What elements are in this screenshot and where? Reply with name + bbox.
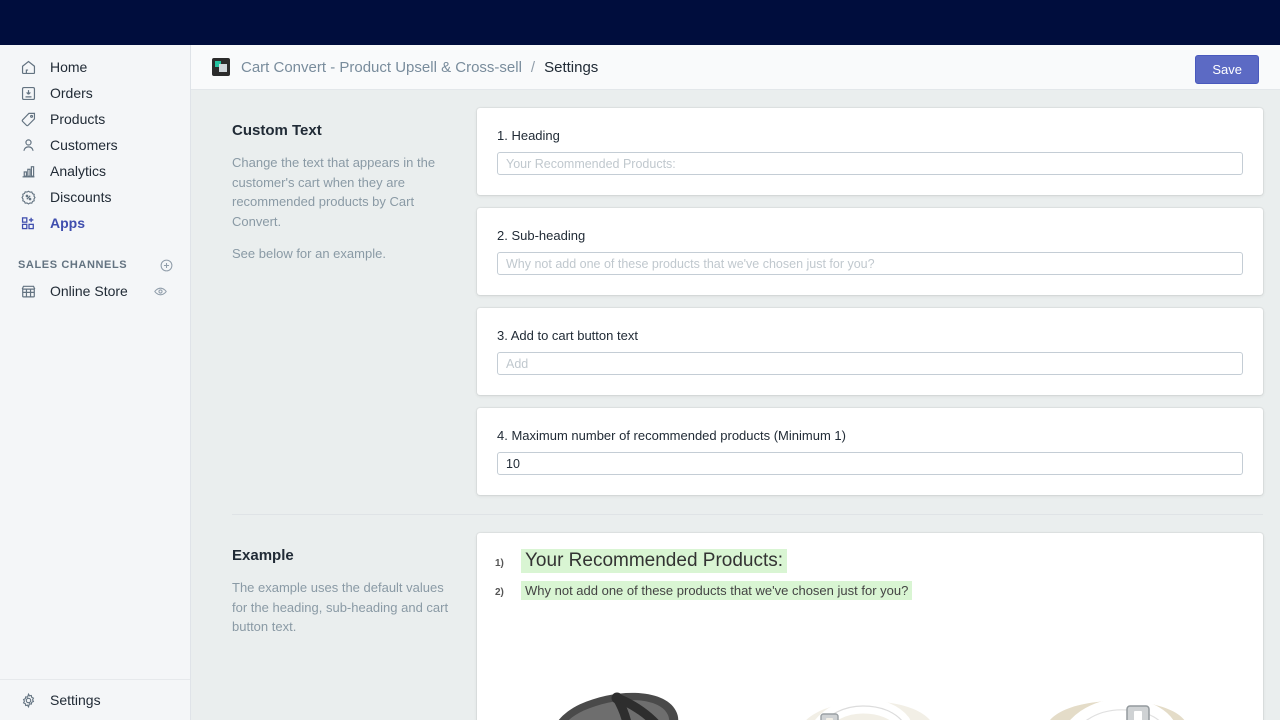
sidebar-item-label: Discounts <box>50 189 112 205</box>
sidebar-item-label: Customers <box>50 137 118 153</box>
product-image-black-flip-flop[interactable] <box>525 644 715 720</box>
eye-icon[interactable] <box>153 284 168 299</box>
example-subheading-text: Why not add one of these products that w… <box>521 581 913 600</box>
online-store-label-group: Online Store <box>18 281 128 301</box>
field-label: 3. Add to cart button text <box>497 328 638 343</box>
sidebar-item-label: Analytics <box>50 163 107 179</box>
section-description: The example uses the default values for … <box>232 580 449 634</box>
example-section: Example The example uses the default val… <box>191 515 1280 720</box>
main-content: Custom Text Change the text that appears… <box>191 90 1280 720</box>
heading-input[interactable] <box>497 152 1243 175</box>
sidebar-item-label: Settings <box>50 692 101 708</box>
add-to-cart-text-input[interactable] <box>497 352 1243 375</box>
example-heading-line: 1) Your Recommended Products: <box>495 549 1245 573</box>
sidebar-item-label: Home <box>50 59 88 75</box>
apps-grid-plus-icon <box>18 213 38 233</box>
sidebar-item-label: Products <box>50 111 106 127</box>
page-header: Cart Convert - Product Upsell & Cross-se… <box>191 45 1280 90</box>
sidebar-item-home[interactable]: Home <box>6 54 184 80</box>
plus-circle-icon[interactable] <box>159 258 174 273</box>
sidebar-item-analytics[interactable]: Analytics <box>6 158 184 184</box>
field-label: 1. Heading <box>497 128 560 143</box>
section-description: Change the text that appears in the cust… <box>232 155 436 229</box>
gear-icon <box>18 690 38 710</box>
sidebar-item-orders[interactable]: Orders <box>6 80 184 106</box>
sales-channels-header: SALES CHANNELS <box>0 254 190 276</box>
breadcrumb-app-name[interactable]: Cart Convert - Product Upsell & Cross-se… <box>241 59 522 76</box>
field-label: 2. Sub-heading <box>497 228 586 243</box>
subheading-marker: 2) <box>495 587 504 598</box>
breadcrumb-separator: / <box>530 58 536 76</box>
sidebar-item-label: Apps <box>50 215 85 231</box>
custom-text-description: Custom Text Change the text that appears… <box>232 108 477 508</box>
customers-icon <box>18 135 38 155</box>
field-card-heading: 1. Heading <box>477 108 1263 195</box>
save-button[interactable]: Save <box>1195 55 1259 84</box>
sidebar-item-label: Online Store <box>50 283 128 299</box>
section-note: See below for an example. <box>232 246 386 261</box>
subheading-input[interactable] <box>497 252 1243 275</box>
sidebar-item-customers[interactable]: Customers <box>6 132 184 158</box>
orders-icon <box>18 83 38 103</box>
section-title: Custom Text <box>232 122 322 139</box>
example-subheading-line: 2) Why not add one of these products tha… <box>495 581 1245 600</box>
home-icon <box>18 57 38 77</box>
sidebar-item-products[interactable]: Products <box>6 106 184 132</box>
products-tag-icon <box>18 109 38 129</box>
example-product-list <box>495 644 1245 720</box>
section-title: Example <box>232 547 294 564</box>
example-preview-card: 1) Your Recommended Products: 2) Why not… <box>477 533 1263 720</box>
field-card-max-products: 4. Maximum number of recommended product… <box>477 408 1263 495</box>
custom-text-fields: 1. Heading 2. Sub-heading 3. Add to cart… <box>477 108 1263 508</box>
heading-marker: 1) <box>495 558 504 569</box>
sidebar-nav: Home Orders Products Customers Analytics… <box>0 45 190 304</box>
field-card-subheading: 2. Sub-heading <box>477 208 1263 295</box>
custom-text-section: Custom Text Change the text that appears… <box>191 90 1280 508</box>
field-label: 4. Maximum number of recommended product… <box>497 428 846 443</box>
sales-channels-title: SALES CHANNELS <box>18 259 128 271</box>
product-image-white-toe-post-sandal[interactable] <box>775 644 965 720</box>
page-title: Settings <box>544 58 599 76</box>
example-description: Example The example uses the default val… <box>232 533 477 720</box>
max-products-input[interactable] <box>497 452 1243 475</box>
discounts-badge-icon <box>18 187 38 207</box>
app-thumbnail-icon <box>212 58 230 76</box>
field-card-add-to-cart-text: 3. Add to cart button text <box>477 308 1263 395</box>
sidebar-item-apps[interactable]: Apps <box>6 210 184 236</box>
storefront-icon <box>18 281 38 301</box>
sidebar-item-label: Orders <box>50 85 93 101</box>
sidebar-item-settings[interactable]: Settings <box>6 687 184 713</box>
sidebar-bottom: Settings <box>0 679 190 720</box>
sidebar: Home Orders Products Customers Analytics… <box>0 45 191 720</box>
example-preview-wrap: 1) Your Recommended Products: 2) Why not… <box>477 533 1263 720</box>
product-image-white-single-strap-sandal[interactable] <box>1025 644 1215 720</box>
sidebar-item-discounts[interactable]: Discounts <box>6 184 184 210</box>
top-bar <box>0 0 1280 45</box>
example-heading-text: Your Recommended Products: <box>521 549 788 573</box>
analytics-bar-icon <box>18 161 38 181</box>
sidebar-item-online-store[interactable]: Online Store <box>6 278 184 304</box>
